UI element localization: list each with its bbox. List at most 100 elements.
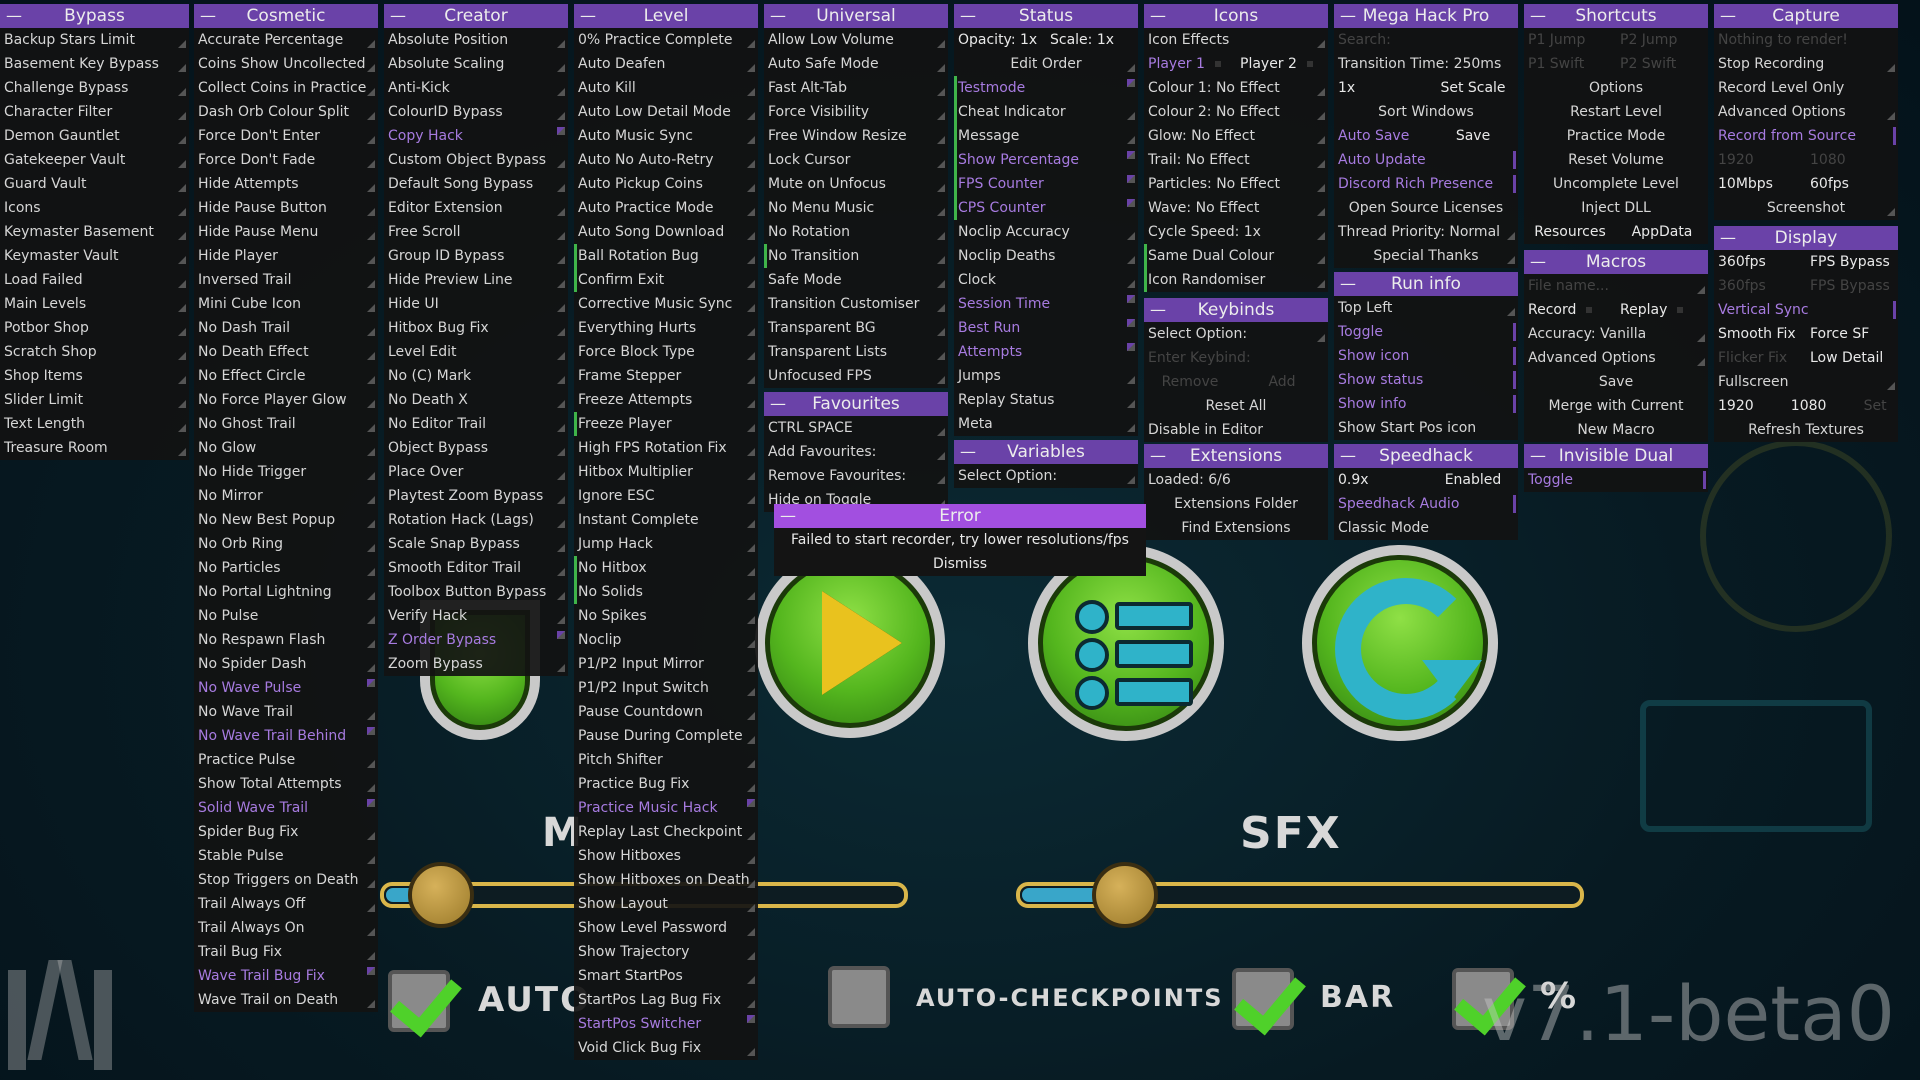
level-item[interactable]: P1/P2 Input Switch [574,676,758,700]
show-status-toggle[interactable]: Show status [1334,368,1518,392]
status-item[interactable]: Testmode [954,76,1138,100]
cosmetic-item[interactable]: No Mirror [194,484,378,508]
status-item[interactable]: Noclip Accuracy [954,220,1138,244]
shortcuts-panel-header[interactable]: — Shortcuts [1524,4,1708,28]
fps-bypass-toggle-2[interactable]: FPS Bypass [1806,274,1898,298]
cosmetic-item[interactable]: Force Don't Enter [194,124,378,148]
open-source-licenses-button[interactable]: Open Source Licenses [1334,196,1518,220]
bypass-item[interactable]: Slider Limit [0,388,189,412]
bypass-item[interactable]: Backup Stars Limit [0,28,189,52]
collapse-icon[interactable]: — [770,392,786,416]
capture-advanced-options[interactable]: Advanced Options [1714,100,1898,124]
new-macro-button[interactable]: New Macro [1524,418,1708,442]
level-item[interactable]: No Spikes [574,604,758,628]
cosmetic-item[interactable]: Spider Bug Fix [194,820,378,844]
cosmetic-item[interactable]: No Death Effect [194,340,378,364]
creator-item[interactable]: Default Song Bypass [384,172,568,196]
level-item[interactable]: Auto Song Download [574,220,758,244]
speedhack-panel-header[interactable]: — Speedhack [1334,444,1518,468]
bypass-item[interactable]: Main Levels [0,292,189,316]
runinfo-panel-header[interactable]: — Run info [1334,272,1518,296]
resolution-set-button[interactable]: Set [1860,394,1898,418]
level-item[interactable]: Ball Rotation Bug [574,244,758,268]
capture-panel-header[interactable]: — Capture [1714,4,1898,28]
cosmetic-item[interactable]: Hide Pause Button [194,196,378,220]
retry-button[interactable] [1302,545,1498,741]
status-item[interactable]: Attempts [954,340,1138,364]
cosmetic-item[interactable]: No Particles [194,556,378,580]
practice-mode-button[interactable]: Practice Mode [1524,124,1708,148]
creator-item[interactable]: Level Edit [384,340,568,364]
bar-checkbox[interactable] [1232,960,1306,1036]
collapse-icon[interactable]: — [770,4,786,28]
cosmetic-item[interactable]: Coins Show Uncollected [194,52,378,76]
collapse-icon[interactable]: — [960,440,976,464]
level-panel-header[interactable]: — Level [574,4,758,28]
level-item[interactable]: Pause Countdown [574,700,758,724]
bypass-item[interactable]: Load Failed [0,268,189,292]
level-item[interactable]: No Hitbox [574,556,758,580]
cosmetic-item[interactable]: Force Don't Fade [194,148,378,172]
macro-accuracy-select[interactable]: Accuracy: Vanilla [1524,322,1708,346]
status-item[interactable]: Noclip Deaths [954,244,1138,268]
icons-panel-header[interactable]: — Icons [1144,4,1328,28]
extensions-panel-header[interactable]: — Extensions [1144,444,1328,468]
fps-bypass-toggle[interactable]: FPS Bypass [1806,250,1898,274]
level-item[interactable]: Frame Stepper [574,364,758,388]
megahack-panel-header[interactable]: — Mega Hack Pro [1334,4,1518,28]
appdata-button[interactable]: AppData [1616,220,1708,244]
collapse-icon[interactable]: — [1340,444,1356,468]
restart-level-button[interactable]: Restart Level [1524,100,1708,124]
level-item[interactable]: Practice Bug Fix [574,772,758,796]
universal-item[interactable]: Transition Customiser [764,292,948,316]
level-item[interactable]: Noclip [574,628,758,652]
collapse-icon[interactable]: — [1720,226,1736,250]
level-item[interactable]: Confirm Exit [574,268,758,292]
level-item[interactable]: Smart StartPos [574,964,758,988]
record-from-source-toggle[interactable]: Record from Source [1714,124,1898,148]
bypass-item[interactable]: Keymaster Vault [0,244,189,268]
cosmetic-item[interactable]: No Portal Lightning [194,580,378,604]
macro-replay-button[interactable]: Replay [1616,298,1708,322]
icons-item[interactable]: Particles: No Effect [1144,172,1328,196]
sort-windows-button[interactable]: Sort Windows [1334,100,1518,124]
keybind-reset-all-button[interactable]: Reset All [1144,394,1328,418]
universal-item[interactable]: Mute on Unfocus [764,172,948,196]
level-item[interactable]: P1/P2 Input Mirror [574,652,758,676]
speedhack-value-input[interactable]: 0.9x [1334,468,1428,492]
cosmetic-item[interactable]: No Pulse [194,604,378,628]
icons-item[interactable]: Colour 2: No Effect [1144,100,1328,124]
favourites-item[interactable]: Remove Favourites: [764,464,948,488]
show-icon-toggle[interactable]: Show icon [1334,344,1518,368]
level-item[interactable]: No Solids [574,580,758,604]
macros-panel-header[interactable]: — Macros [1524,250,1708,274]
level-item[interactable]: Instant Complete [574,508,758,532]
cosmetic-item[interactable]: No Ghost Trail [194,412,378,436]
p2-jump-button[interactable]: P2 Jump [1616,28,1708,52]
speedhack-enabled-toggle[interactable]: Enabled [1428,468,1518,492]
bypass-item[interactable]: Demon Gauntlet [0,124,189,148]
bypass-item[interactable]: Shop Items [0,364,189,388]
cosmetic-item[interactable]: Dash Orb Colour Split [194,100,378,124]
collapse-icon[interactable]: — [580,4,596,28]
megahack-search-input[interactable]: Search: [1334,28,1518,52]
status-item[interactable]: Show Percentage [954,148,1138,172]
creator-item[interactable]: Hitbox Bug Fix [384,316,568,340]
p1-swift-button[interactable]: P1 Swift [1524,52,1616,76]
cosmetic-item[interactable]: Solid Wave Trail [194,796,378,820]
cosmetic-panel-header[interactable]: — Cosmetic [194,4,378,28]
creator-item[interactable]: Object Bypass [384,436,568,460]
cosmetic-item[interactable]: Practice Pulse [194,748,378,772]
bypass-item[interactable]: Icons [0,196,189,220]
universal-item[interactable]: Safe Mode [764,268,948,292]
bypass-item[interactable]: Text Length [0,412,189,436]
low-detail-toggle[interactable]: Low Detail [1806,346,1898,370]
p2-swift-button[interactable]: P2 Swift [1616,52,1708,76]
screenshot-button[interactable]: Screenshot [1714,196,1898,220]
fps-value-input-2[interactable]: 360fps [1714,274,1806,298]
creator-item[interactable]: No (C) Mark [384,364,568,388]
status-item[interactable]: Clock [954,268,1138,292]
status-opacity-input[interactable]: Opacity: 1x [954,28,1046,52]
cosmetic-item[interactable]: Inversed Trail [194,268,378,292]
show-info-toggle[interactable]: Show info [1334,392,1518,416]
